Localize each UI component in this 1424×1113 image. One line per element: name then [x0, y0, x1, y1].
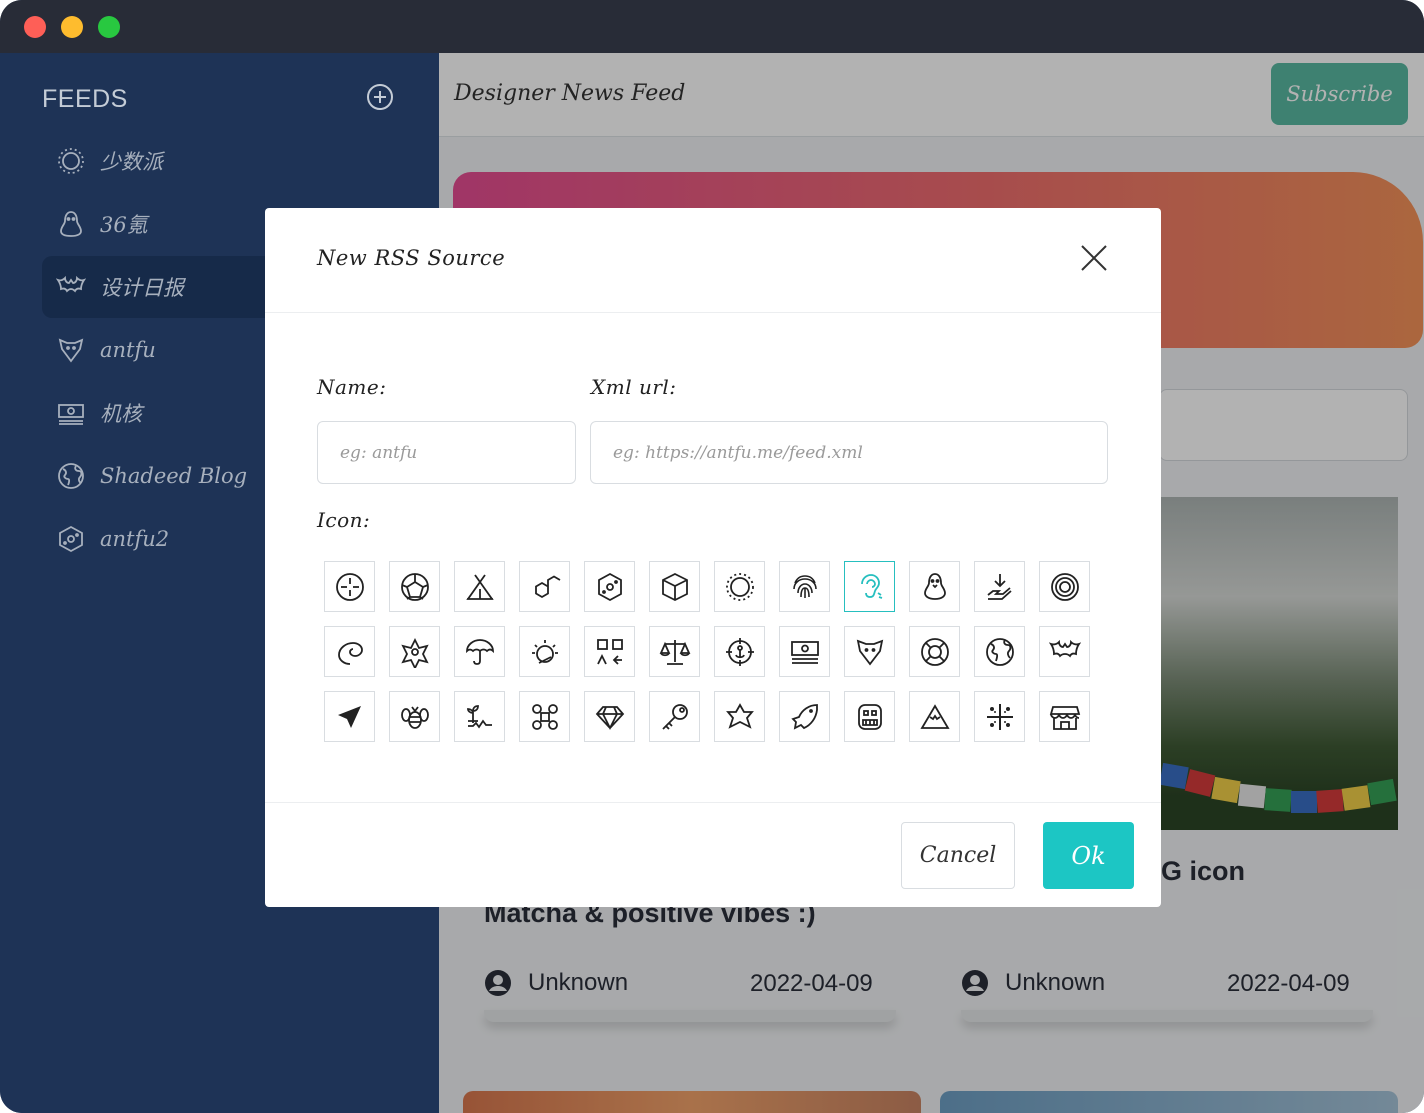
- crosshair-icon[interactable]: [324, 561, 375, 612]
- new-rss-source-dialog: New RSS Source Name: Xml url: Icon:: [265, 208, 1161, 907]
- sidebar-item-label: Shadeed Blog: [100, 464, 248, 488]
- ok-button[interactable]: Ok: [1043, 822, 1134, 889]
- qr-arrows-icon[interactable]: [584, 626, 635, 677]
- bat-icon[interactable]: [1039, 626, 1090, 677]
- bee-icon[interactable]: [389, 691, 440, 742]
- spiral-icon[interactable]: [1039, 561, 1090, 612]
- cube-icon[interactable]: [649, 561, 700, 612]
- close-window-button[interactable]: [24, 16, 46, 38]
- banknote-icon[interactable]: [779, 626, 830, 677]
- paper-plane-icon[interactable]: [324, 691, 375, 742]
- name-label: Name:: [317, 375, 387, 399]
- sidebar-item-label: antfu2: [100, 527, 170, 551]
- key-icon[interactable]: [649, 691, 700, 742]
- hexagon-icon: [56, 524, 86, 554]
- banknote-icon: [56, 398, 86, 428]
- icon-label: Icon:: [317, 508, 371, 532]
- sprout-icon[interactable]: [454, 691, 505, 742]
- shuriken-icon[interactable]: [389, 626, 440, 677]
- anchor-target-icon[interactable]: [714, 626, 765, 677]
- app-window: FEEDS 少数派 36氪 设计日报 antfu 机核 Shadeed Blog: [0, 0, 1424, 1113]
- name-input[interactable]: [317, 421, 576, 484]
- penguin-icon: [56, 209, 86, 239]
- globe-icon: [56, 461, 86, 491]
- umbrella-icon[interactable]: [454, 626, 505, 677]
- mountain-icon[interactable]: [909, 691, 960, 742]
- sidebar-item-label: 36氪: [100, 213, 148, 237]
- monster-icon[interactable]: [844, 691, 895, 742]
- sidebar-item-label: 设计日报: [100, 276, 184, 300]
- dots-grid-icon[interactable]: [974, 691, 1025, 742]
- close-icon[interactable]: [1079, 243, 1109, 273]
- cancel-button[interactable]: Cancel: [901, 822, 1015, 889]
- dialog-header: New RSS Source: [265, 208, 1161, 313]
- sidebar-title: FEEDS: [42, 85, 128, 113]
- hand-download-icon[interactable]: [974, 561, 1025, 612]
- polyhedron-icon[interactable]: [389, 561, 440, 612]
- zoom-window-button[interactable]: [98, 16, 120, 38]
- bat-icon: [55, 272, 87, 302]
- globe-icon[interactable]: [974, 626, 1025, 677]
- dialog-footer-divider: [265, 802, 1161, 803]
- diamond-icon[interactable]: [584, 691, 635, 742]
- fox-icon: [56, 335, 86, 365]
- add-feed-icon[interactable]: [366, 83, 394, 111]
- star-icon[interactable]: [714, 691, 765, 742]
- hexagon-dots-icon[interactable]: [584, 561, 635, 612]
- fish-icon[interactable]: [779, 691, 830, 742]
- tent-icon[interactable]: [454, 561, 505, 612]
- title-bar: [0, 0, 1424, 53]
- fox-icon[interactable]: [844, 626, 895, 677]
- sun-icon[interactable]: [714, 561, 765, 612]
- sidebar-item-label: antfu: [100, 338, 156, 362]
- xml-url-input[interactable]: [590, 421, 1108, 484]
- minimize-window-button[interactable]: [61, 16, 83, 38]
- hexagons-icon[interactable]: [519, 561, 570, 612]
- lifebuoy-icon[interactable]: [909, 626, 960, 677]
- sidebar-item-label: 机核: [100, 402, 142, 426]
- sidebar-item-label: 少数派: [100, 150, 163, 174]
- scales-icon[interactable]: [649, 626, 700, 677]
- penguin-icon[interactable]: [909, 561, 960, 612]
- sunrise-icon[interactable]: [519, 626, 570, 677]
- fingerprint-icon[interactable]: [779, 561, 830, 612]
- xml-url-label: Xml url:: [591, 375, 677, 399]
- store-icon[interactable]: [1039, 691, 1090, 742]
- dialog-title: New RSS Source: [317, 246, 506, 270]
- sun-icon: [56, 146, 86, 176]
- sidebar-item-sspai[interactable]: 少数派: [42, 130, 442, 192]
- drone-icon[interactable]: [519, 691, 570, 742]
- tornado-icon[interactable]: [324, 626, 375, 677]
- ear-icon[interactable]: [844, 561, 895, 612]
